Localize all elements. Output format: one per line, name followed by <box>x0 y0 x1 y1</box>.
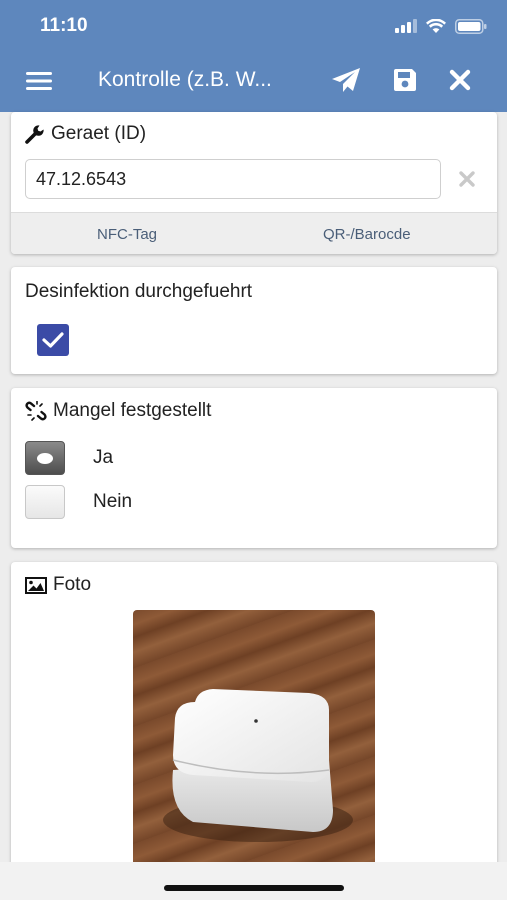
defect-label: Mangel festgestellt <box>53 400 212 421</box>
broken-chain-icon <box>25 401 47 421</box>
disinfection-card: Desinfektion durchgefuehrt <box>11 267 497 374</box>
nav-bar: Kontrolle (z.B. W... <box>0 50 507 112</box>
clear-input-icon[interactable] <box>457 169 477 189</box>
status-icons <box>395 17 487 35</box>
nfc-tag-button[interactable]: NFC-Tag <box>97 226 157 243</box>
paper-plane-icon <box>332 68 360 92</box>
device-id-label: Geraet (ID) <box>51 123 147 144</box>
menu-button[interactable] <box>22 66 56 96</box>
defect-title: Mangel festgestellt <box>25 400 211 422</box>
disinfection-checkbox[interactable] <box>37 324 69 356</box>
defect-option-nein[interactable]: Nein <box>25 485 132 519</box>
device-id-title: Geraet (ID) <box>25 123 146 145</box>
wrench-icon <box>25 125 44 144</box>
defect-option-ja[interactable]: Ja <box>25 441 113 475</box>
captured-photo[interactable] <box>133 610 375 870</box>
close-icon <box>449 69 471 91</box>
close-button[interactable] <box>443 64 477 96</box>
photo-label: Foto <box>53 574 92 595</box>
radio-selected-dot <box>37 452 53 464</box>
floppy-disk-icon <box>394 69 416 91</box>
page-title: Kontrolle (z.B. W... <box>98 68 272 91</box>
home-indicator-area <box>0 862 507 900</box>
radio-label-nein: Nein <box>93 491 133 512</box>
home-indicator[interactable] <box>164 885 344 891</box>
checkmark-icon <box>42 332 64 348</box>
radio-button-ja[interactable] <box>25 441 65 475</box>
qr-barcode-button[interactable]: QR-/Barocde <box>323 226 411 243</box>
app-header: 11:10 Kontrolle (z.B. W... <box>0 0 507 112</box>
cellular-signal-icon <box>395 19 417 33</box>
photo-title: Foto <box>25 574 91 596</box>
device-id-input[interactable] <box>25 159 441 199</box>
scan-options-bar: NFC-Tag QR-/Barocde <box>11 212 497 254</box>
earbuds-case-photo <box>163 689 353 842</box>
radio-button-nein[interactable] <box>25 485 65 519</box>
status-time: 11:10 <box>40 15 88 36</box>
device-id-card: Geraet (ID) NFC-Tag QR-/Barocde <box>11 112 497 254</box>
image-icon <box>25 576 47 594</box>
send-button[interactable] <box>329 64 363 96</box>
defect-card: Mangel festgestellt Ja Nein <box>11 388 497 548</box>
save-button[interactable] <box>388 64 422 96</box>
battery-icon <box>455 18 487 34</box>
hamburger-menu-icon <box>26 72 52 90</box>
disinfection-title: Desinfektion durchgefuehrt <box>25 281 253 302</box>
photo-card: Foto <box>11 562 497 872</box>
radio-label-ja: Ja <box>93 447 114 468</box>
wifi-icon <box>426 18 446 33</box>
